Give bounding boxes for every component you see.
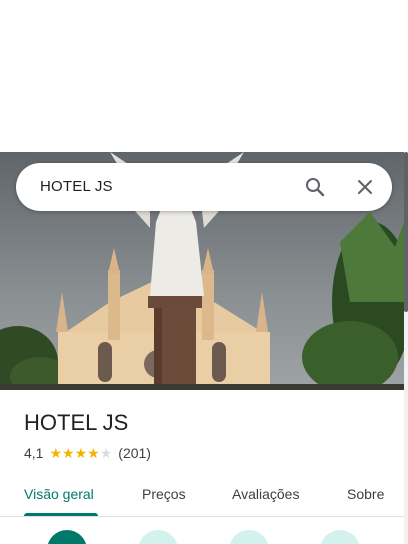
search-icon[interactable]	[303, 175, 327, 199]
close-icon[interactable]	[353, 175, 377, 199]
search-input[interactable]: HOTEL JS	[40, 178, 113, 195]
star-filled-icon: ★	[74, 445, 88, 461]
scrollbar-thumb[interactable]	[404, 152, 408, 312]
tab-overview[interactable]: Visão geral	[24, 486, 94, 502]
review-count[interactable]: (201)	[118, 445, 151, 461]
tab-prices[interactable]: Preços	[142, 486, 186, 502]
rating-row[interactable]: 4,1 ★ ★ ★ ★ ★ (201)	[24, 445, 151, 461]
share-button[interactable]	[320, 530, 360, 544]
nearby-icon	[243, 540, 255, 544]
star-filled-icon: ★	[62, 445, 75, 461]
tab-about[interactable]: Sobre	[347, 486, 384, 502]
rating-stars: ★ ★ ★ ★ ★	[49, 446, 112, 460]
directions-button[interactable]	[47, 530, 87, 544]
star-filled-icon: ★	[49, 445, 63, 461]
share-icon	[334, 540, 346, 544]
place-tabs: Visão geral Preços Avaliações Sobre	[0, 480, 404, 516]
nearby-button[interactable]	[229, 530, 269, 544]
rating-value: 4,1	[24, 445, 44, 461]
tabs-divider	[0, 516, 404, 517]
place-info-panel: HOTEL JS 4,1 ★ ★ ★ ★ ★ (201) Visão geral Pre…	[0, 390, 404, 544]
star-empty-icon: ★	[99, 445, 113, 461]
star-filled-icon: ★	[87, 445, 100, 461]
scrollbar[interactable]	[404, 152, 408, 544]
search-box[interactable]: HOTEL JS	[16, 163, 392, 211]
save-icon	[152, 540, 164, 544]
tab-reviews[interactable]: Avaliações	[232, 486, 299, 502]
save-button[interactable]	[138, 530, 178, 544]
place-title: HOTEL JS	[24, 410, 129, 435]
action-buttons	[0, 530, 404, 544]
directions-icon	[61, 540, 73, 544]
map-blank-area	[0, 0, 408, 152]
